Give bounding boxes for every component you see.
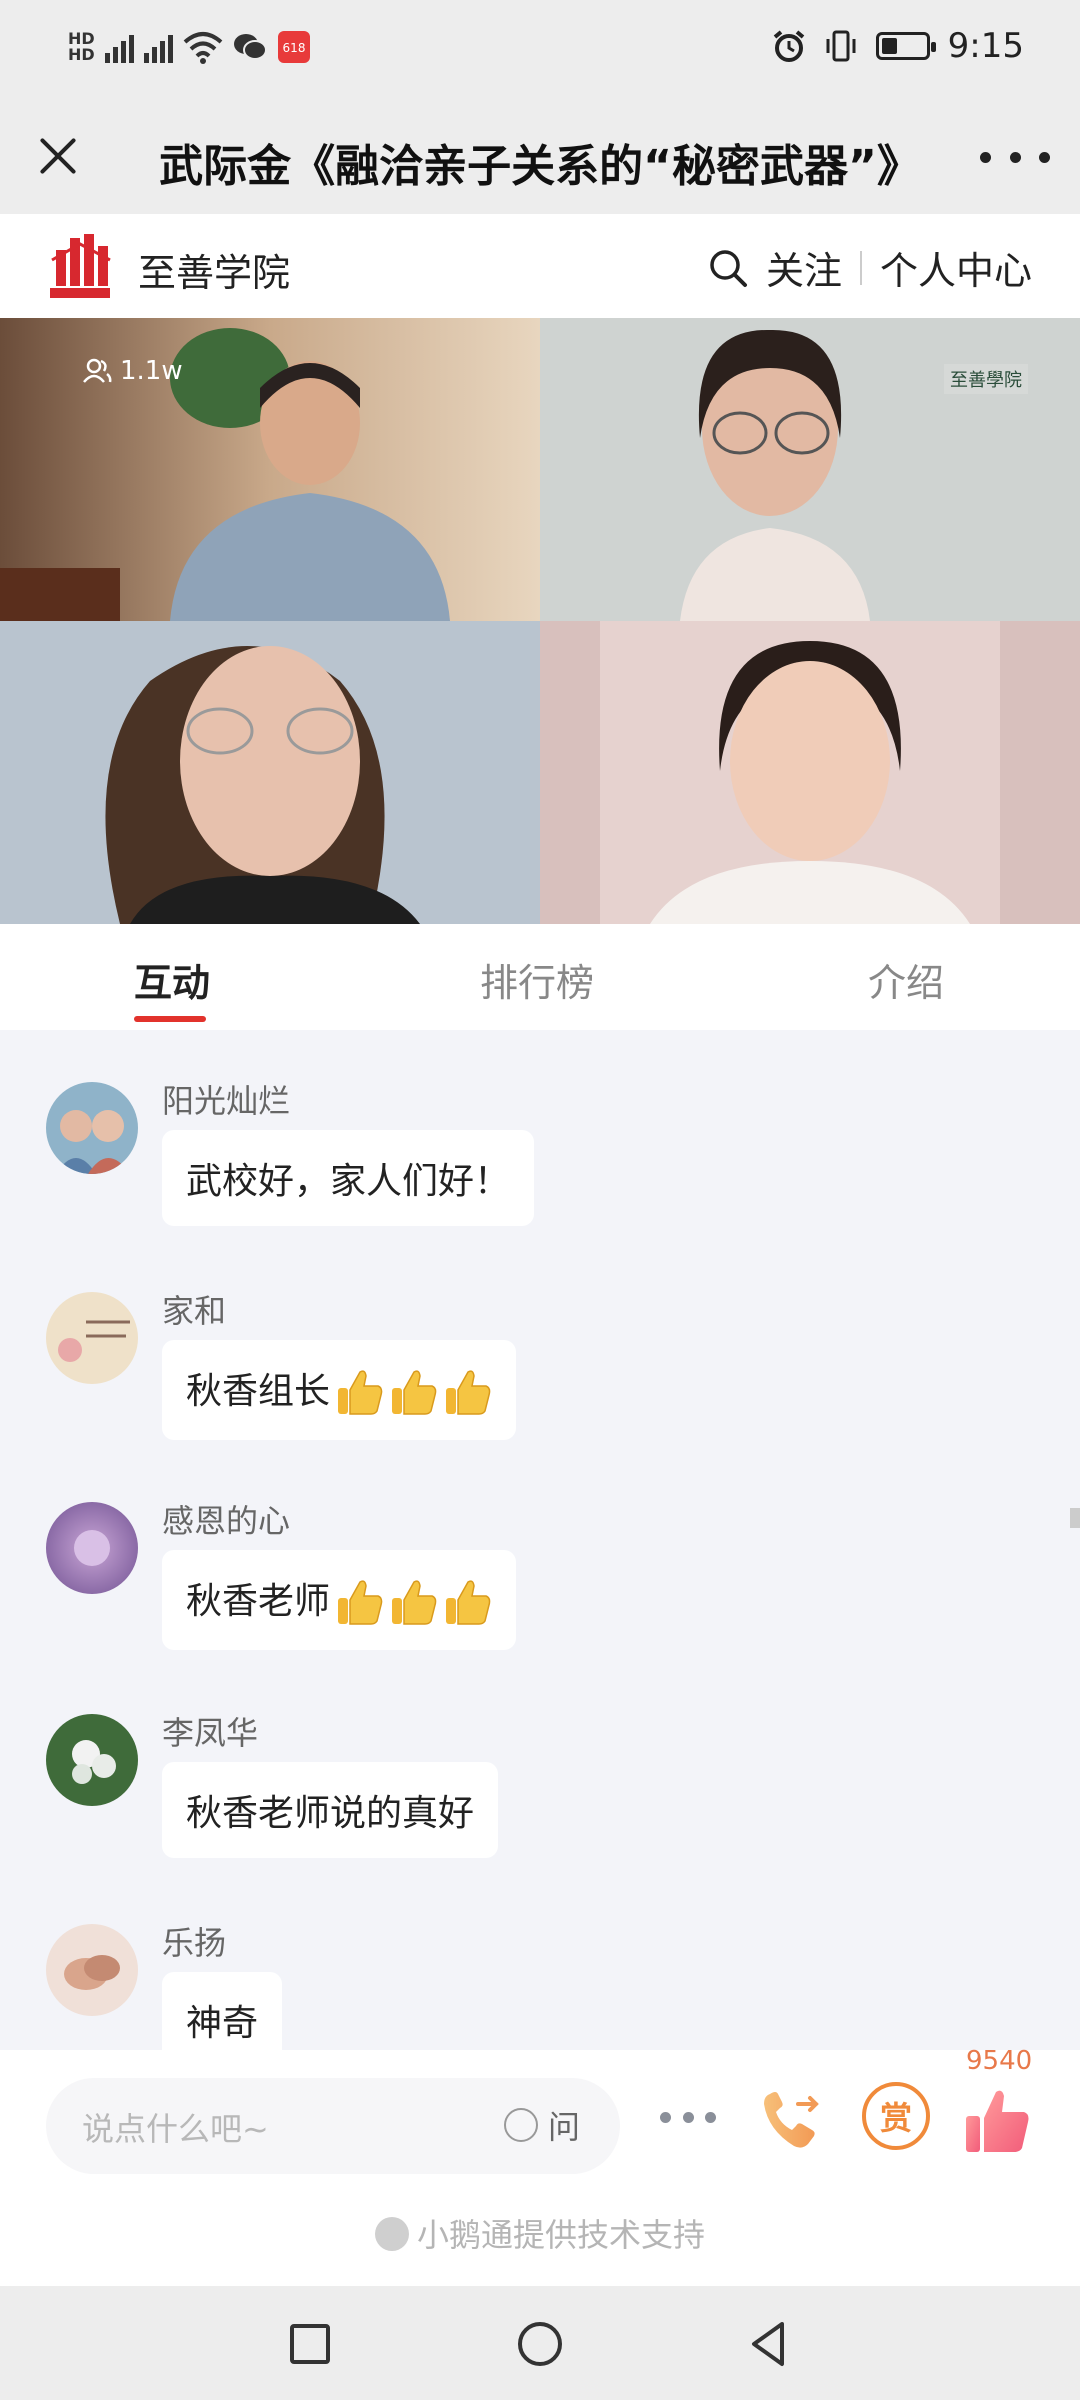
avatar[interactable] bbox=[46, 1502, 138, 1594]
video-tile-guest-3[interactable] bbox=[540, 621, 1080, 924]
active-tab-indicator bbox=[134, 1016, 206, 1022]
video-tile-host[interactable]: 1.1w bbox=[0, 318, 540, 621]
comment-input-placeholder: 说点什么吧~ bbox=[82, 2110, 269, 2148]
status-left-icons: HD HD 618 bbox=[68, 30, 311, 64]
chat-list[interactable]: 阳光灿烂 武校好，家人们好！ 家和 秋香组长 感恩的心 秋香老师 李凤华 秋香老… bbox=[0, 1030, 1080, 2050]
avatar[interactable] bbox=[46, 1082, 138, 1174]
message-author: 乐扬 bbox=[162, 1924, 227, 1962]
thumbs-up-icon[interactable] bbox=[962, 2086, 1034, 2158]
viewer-count-text: 1.1w bbox=[120, 356, 183, 386]
xiaoe-logo-icon bbox=[374, 2217, 409, 2251]
signal-4g-icon bbox=[143, 31, 173, 63]
tab-interaction[interactable]: 互动 bbox=[134, 952, 210, 1007]
reward-label: 赏 bbox=[879, 2099, 912, 2137]
page-title: 武际金《融洽亲子关系的“秘密武器”》 bbox=[159, 141, 921, 192]
wifi-icon bbox=[183, 32, 222, 64]
powered-by: 小鹅通提供技术支持 bbox=[0, 2210, 1080, 2256]
avatar[interactable] bbox=[46, 1292, 138, 1384]
reward-button[interactable]: 赏 bbox=[862, 2082, 930, 2150]
brand-bar: 至善学院 关注 个人中心 bbox=[0, 214, 1080, 318]
message-text: 秋香老师说的真好 bbox=[186, 1793, 475, 1834]
more-actions-icon[interactable] bbox=[660, 2112, 716, 2126]
video-tile-guest-2[interactable] bbox=[0, 621, 540, 924]
thumbs-up-emoji-icon bbox=[338, 1580, 383, 1625]
brand-name[interactable]: 至善学院 bbox=[138, 242, 290, 297]
tab-intro[interactable]: 介绍 bbox=[868, 952, 944, 1007]
system-nav-bar bbox=[0, 2286, 1080, 2400]
thumbs-up-emoji-icon bbox=[338, 1370, 383, 1415]
tab-bar: 互动 排行榜 介绍 bbox=[0, 924, 1080, 1030]
video-watermark: 至善學院 bbox=[944, 364, 1028, 394]
tab-leaderboard[interactable]: 排行榜 bbox=[480, 952, 594, 1007]
thumbs-up-emoji-icon bbox=[392, 1370, 437, 1415]
message-text: 神奇 bbox=[186, 2003, 259, 2044]
phone-call-icon[interactable] bbox=[756, 2084, 828, 2156]
message-bubble: 秋香老师 bbox=[162, 1550, 517, 1650]
message-bubble: 秋香组长 bbox=[162, 1340, 517, 1440]
video-tile-guest-1[interactable]: 至善學院 bbox=[540, 318, 1080, 621]
avatar[interactable] bbox=[46, 1714, 138, 1806]
battery-icon bbox=[875, 32, 936, 60]
svg-text:618: 618 bbox=[282, 41, 305, 55]
clock: 9:15 bbox=[947, 26, 1024, 66]
bottom-input-bar: 说点什么吧~ 问 赏 9540 小鹅通提供技术支持 bbox=[0, 2046, 1080, 2286]
message-bubble: 神奇 bbox=[162, 1972, 283, 2050]
status-bar: HD HD 618 9:15 bbox=[0, 0, 1080, 100]
status-right-icons: 9:15 bbox=[772, 26, 1024, 66]
recent-apps-icon[interactable] bbox=[282, 2316, 338, 2372]
divider bbox=[859, 250, 862, 285]
message-bubble: 秋香老师说的真好 bbox=[162, 1762, 499, 1858]
message-text: 武校好，家人们好！ bbox=[186, 1161, 511, 1202]
message-author: 家和 bbox=[162, 1292, 227, 1330]
brand-logo[interactable] bbox=[48, 230, 112, 302]
title-bar: 武际金《融洽亲子关系的“秘密武器”》 bbox=[0, 100, 1080, 214]
video-frame-1 bbox=[0, 318, 540, 621]
message-author: 感恩的心 bbox=[162, 1502, 291, 1540]
message-text: 秋香组长 bbox=[186, 1371, 331, 1412]
signal-5g-icon bbox=[104, 31, 134, 63]
wechat-icon bbox=[233, 34, 267, 60]
close-icon[interactable] bbox=[30, 128, 86, 184]
video-frame-4 bbox=[540, 621, 1080, 924]
alarm-icon bbox=[773, 30, 804, 62]
comment-input[interactable]: 说点什么吧~ 问 bbox=[46, 2078, 620, 2174]
viewer-count: 1.1w bbox=[82, 356, 183, 386]
message-text: 秋香老师 bbox=[186, 1581, 331, 1622]
back-icon[interactable] bbox=[742, 2316, 798, 2372]
home-icon[interactable] bbox=[512, 2316, 568, 2372]
like-count: 9540 bbox=[966, 2046, 1033, 2076]
thumbs-up-emoji-icon bbox=[446, 1580, 491, 1625]
viewers-icon bbox=[83, 358, 112, 383]
vibrate-icon bbox=[826, 30, 856, 62]
more-options-icon[interactable] bbox=[980, 140, 1050, 174]
follow-button[interactable]: 关注 bbox=[766, 240, 842, 295]
video-grid[interactable]: 1.1w 至善學院 bbox=[0, 318, 1080, 924]
thumbs-up-emoji-icon bbox=[392, 1580, 437, 1625]
message-author: 李凤华 bbox=[162, 1714, 259, 1752]
powered-by-text: 小鹅通提供技术支持 bbox=[416, 2216, 705, 2254]
profile-button[interactable]: 个人中心 bbox=[880, 240, 1032, 295]
search-icon[interactable] bbox=[708, 248, 748, 288]
ask-label: 问 bbox=[547, 2108, 580, 2146]
video-frame-3 bbox=[0, 621, 540, 924]
avatar[interactable] bbox=[46, 1924, 138, 2016]
ask-radio[interactable] bbox=[503, 2108, 538, 2142]
message-bubble: 武校好，家人们好！ bbox=[162, 1130, 535, 1226]
network-type-icon: HD HD bbox=[68, 29, 95, 64]
brand-actions: 关注 个人中心 bbox=[708, 240, 1032, 295]
chat-scrollbar[interactable] bbox=[1070, 1508, 1080, 1528]
ask-question-toggle[interactable]: 问 bbox=[503, 2102, 580, 2148]
thumbs-up-emoji-icon bbox=[446, 1370, 491, 1415]
message-author: 阳光灿烂 bbox=[162, 1082, 291, 1120]
shopping-app-icon: 618 bbox=[277, 31, 310, 63]
